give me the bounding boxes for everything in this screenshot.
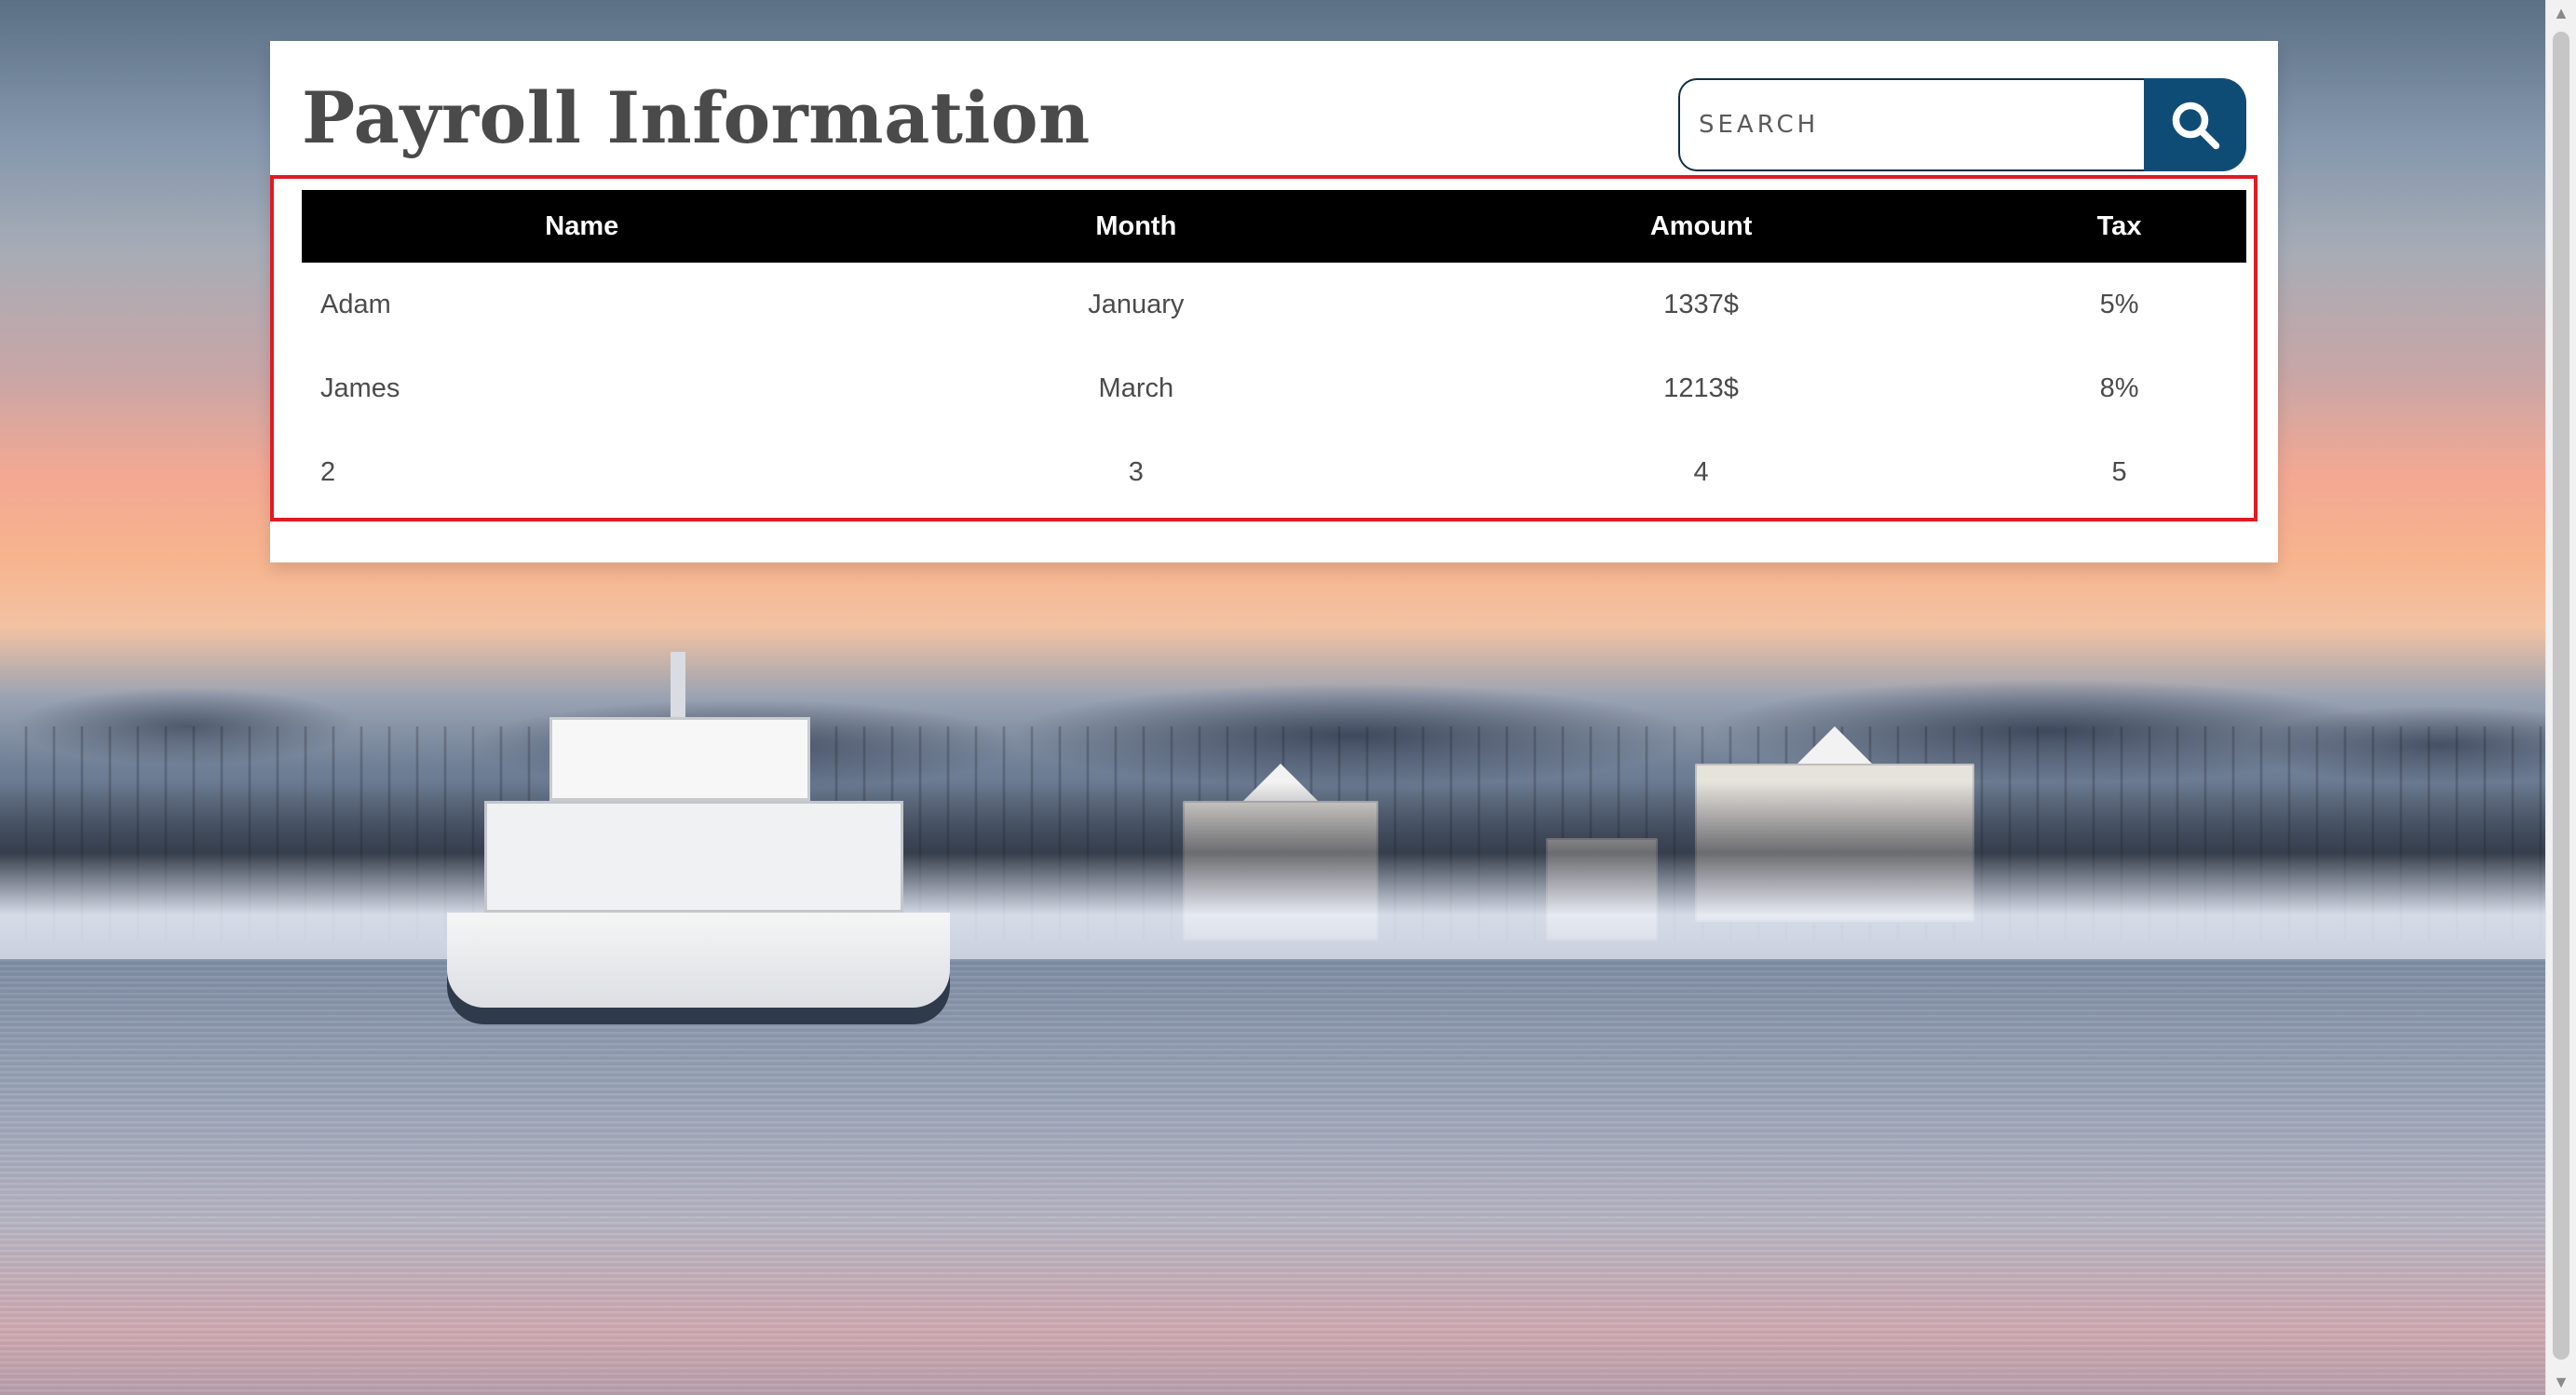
page-title: Payroll Information [302,76,1091,159]
cell-month: 3 [1128,456,1144,487]
cell-amount: 4 [1693,456,1709,487]
cell-amount: 1337$ [1663,289,1739,319]
scroll-up-arrow-icon[interactable]: ▲ [2546,0,2576,26]
table-row: Adam January 1337$ 5% [302,263,2246,346]
column-header-month: Month [861,190,1411,263]
search-icon [2167,97,2223,153]
background-shore [0,782,2546,959]
cell-name: Adam [320,289,391,319]
cell-month: January [1088,289,1185,319]
cell-name: James [320,372,400,403]
cell-tax: 8% [2099,372,2139,403]
table-body: Adam January 1337$ 5% James March 1213$ … [302,263,2246,514]
ferry-deck [484,801,903,913]
scroll-down-arrow-icon[interactable]: ▼ [2546,1369,2576,1395]
table-row: 2 3 4 5 [302,430,2246,514]
cell-amount: 1213$ [1663,372,1739,403]
vertical-scrollbar[interactable]: ▲ ▼ [2545,0,2576,1395]
search-input[interactable] [1678,78,2144,171]
ferry-cabin [549,717,810,801]
cell-name: 2 [320,456,336,487]
background-ferry [447,652,950,1024]
cell-tax: 5% [2099,289,2139,319]
search-button[interactable] [2144,78,2246,171]
background-roof [1797,726,1872,764]
ferry-hull [447,913,950,1024]
column-header-name: Name [302,190,862,263]
payroll-table: Name Month Amount Tax Adam January 1337$… [302,190,2246,514]
cell-month: March [1098,372,1174,403]
table-header-row: Name Month Amount Tax [302,190,2246,263]
search-bar [1678,78,2246,171]
table-row: James March 1213$ 8% [302,346,2246,430]
cell-tax: 5 [2111,456,2127,487]
background-water [0,959,2546,1395]
payroll-card: Payroll Information Name Month Amount Ta… [270,41,2278,562]
scroll-thumb[interactable] [2553,32,2569,1360]
column-header-tax: Tax [1992,190,2246,263]
column-header-amount: Amount [1410,190,1993,263]
table-header: Name Month Amount Tax [302,190,2246,263]
ferry-mast [671,652,685,717]
